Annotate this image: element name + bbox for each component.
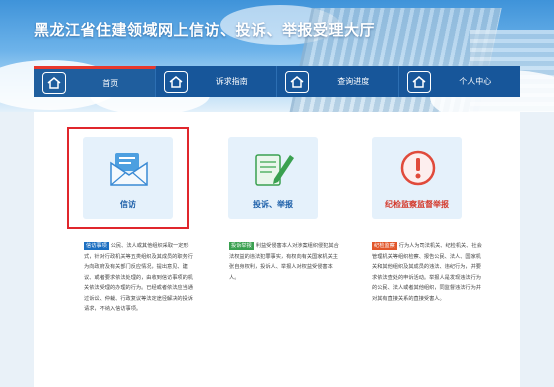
home-icon [42, 72, 66, 94]
site-title: 黑龙江省住建领域网上信访、投诉、举报受理大厅 [34, 21, 376, 39]
selection-highlight [67, 127, 189, 229]
alert-icon [399, 149, 437, 191]
home-icon [406, 70, 431, 93]
main-nav: 首页 诉求指南 查询进度 个人中心 [34, 66, 520, 97]
card-discipline-report[interactable]: 纪检监察监督举报 [372, 137, 462, 219]
discipline-tag: 纪检监察 [372, 242, 397, 250]
card-label: 投诉、举报 [253, 200, 293, 209]
nav-item-progress[interactable]: 查询进度 [277, 66, 399, 97]
complaint-tag: 投诉举报 [229, 242, 254, 250]
card-complaint[interactable]: 投诉、举报 [228, 137, 318, 219]
description-text: 行为人为司法机关、纪检机关、社会管理机关等组织检察、报告公民、法人、国家机关和其… [372, 243, 482, 302]
home-icon [163, 70, 188, 93]
nav-item-home[interactable]: 首页 [34, 66, 156, 97]
document-pen-icon [252, 149, 296, 191]
petition-tag: 信访事项 [84, 242, 109, 250]
home-icon [285, 70, 309, 93]
nav-label: 个人中心 [459, 77, 492, 86]
nav-label: 诉求指南 [215, 77, 248, 86]
complaint-description: 投诉举报 利益受侵害本人对涉案组织侵犯其合法权益的违法犯罪事实，有权向有关国家机关… [229, 241, 339, 283]
discipline-description: 纪检监察 行为人为司法机关、纪检机关、社会管理机关等组织检察、报告公民、法人、国家… [372, 241, 482, 304]
nav-label: 首页 [102, 78, 119, 88]
nav-item-personal[interactable]: 个人中心 [398, 66, 520, 97]
nav-label: 查询进度 [337, 77, 370, 86]
card-label: 纪检监察监督举报 [385, 200, 449, 209]
nav-item-guide[interactable]: 诉求指南 [155, 66, 277, 97]
petition-description: 信访事项 公民、法人或其他组织采取一定形式，针对行政机关等五类组织及其成员的职务行… [84, 241, 194, 315]
description-text: 公民、法人或其他组织采取一定形式，针对行政机关等五类组织及其成员的职务行为向政府… [84, 243, 193, 312]
